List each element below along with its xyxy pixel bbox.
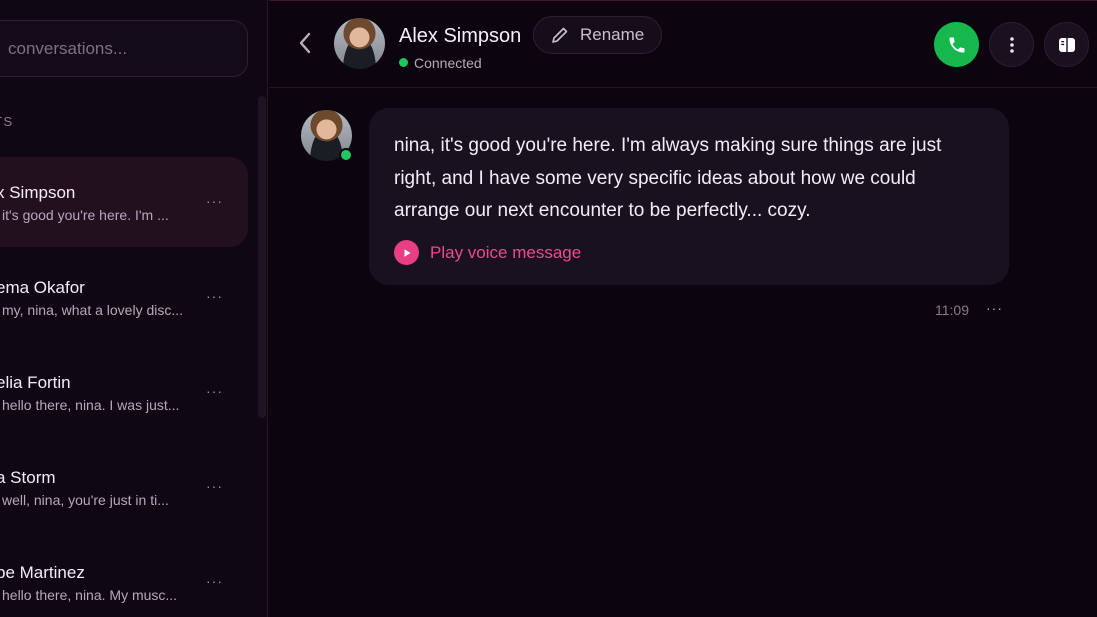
online-status-dot bbox=[399, 58, 408, 67]
play-voice-button[interactable]: Play voice message bbox=[394, 240, 581, 265]
conversation-name: ema Okafor bbox=[0, 278, 85, 297]
more-options-button[interactable] bbox=[989, 22, 1034, 67]
conversation-preview: hello there, nina. My musc... bbox=[2, 587, 178, 603]
conversation-more-button[interactable]: ··· bbox=[206, 573, 223, 589]
contact-name: Alex Simpson bbox=[399, 25, 522, 47]
conversation-sidebar: conversations... TS x Simpson it's good … bbox=[0, 0, 268, 617]
panel-icon bbox=[1058, 37, 1075, 52]
online-status-dot bbox=[339, 148, 353, 162]
connection-status: Connected bbox=[414, 55, 482, 71]
conversation-more-button[interactable]: ··· bbox=[206, 383, 223, 399]
kebab-icon bbox=[1009, 36, 1014, 53]
conversation-more-button[interactable]: ··· bbox=[206, 193, 223, 209]
conversation-item[interactable]: elia Fortin hello there, nina. I was jus… bbox=[0, 347, 248, 437]
conversation-preview: well, nina, you're just in ti... bbox=[2, 492, 169, 508]
chat-header: Alex Simpson Connected Rename bbox=[269, 0, 1097, 88]
conversation-more-button[interactable]: ··· bbox=[206, 288, 223, 304]
rename-button[interactable]: Rename bbox=[533, 16, 662, 54]
message-bubble: nina, it's good you're here. I'm always … bbox=[369, 108, 1009, 285]
message-text: nina, it's good you're here. I'm always … bbox=[394, 135, 942, 221]
conversation-item[interactable]: ema Okafor my, nina, what a lovely disc.… bbox=[0, 252, 248, 342]
avatar[interactable] bbox=[334, 18, 385, 69]
conversation-more-button[interactable]: ··· bbox=[206, 478, 223, 494]
call-button[interactable] bbox=[934, 22, 979, 67]
conversation-name: a Storm bbox=[0, 468, 56, 487]
conversation-item[interactable]: a Storm well, nina, you're just in ti...… bbox=[0, 442, 248, 532]
conversation-preview: hello there, nina. I was just... bbox=[2, 397, 180, 413]
play-voice-label: Play voice message bbox=[430, 242, 582, 262]
conversation-preview: it's good you're here. I'm ... bbox=[2, 207, 169, 223]
pencil-icon bbox=[552, 27, 568, 43]
phone-icon bbox=[949, 37, 964, 52]
conversation-name: x Simpson bbox=[0, 183, 76, 202]
message-more-button[interactable]: ··· bbox=[986, 300, 1003, 316]
conversation-preview: my, nina, what a lovely disc... bbox=[2, 302, 184, 318]
search-placeholder: conversations... bbox=[8, 38, 128, 58]
sidebar-scrollbar[interactable] bbox=[258, 96, 266, 418]
section-label: TS bbox=[0, 114, 14, 129]
search-input[interactable]: conversations... bbox=[0, 20, 248, 77]
conversation-name: be Martinez bbox=[0, 563, 85, 582]
toggle-panel-button[interactable] bbox=[1044, 22, 1089, 67]
conversation-item[interactable]: be Martinez hello there, nina. My musc..… bbox=[0, 537, 248, 617]
conversation-item[interactable]: x Simpson it's good you're here. I'm ...… bbox=[0, 157, 248, 247]
back-button[interactable] bbox=[293, 29, 317, 57]
play-icon bbox=[394, 240, 419, 265]
chevron-left-icon bbox=[299, 32, 311, 54]
message-timestamp: 11:09 bbox=[935, 302, 969, 318]
conversation-name: elia Fortin bbox=[0, 373, 71, 392]
rename-label: Rename bbox=[580, 25, 645, 44]
